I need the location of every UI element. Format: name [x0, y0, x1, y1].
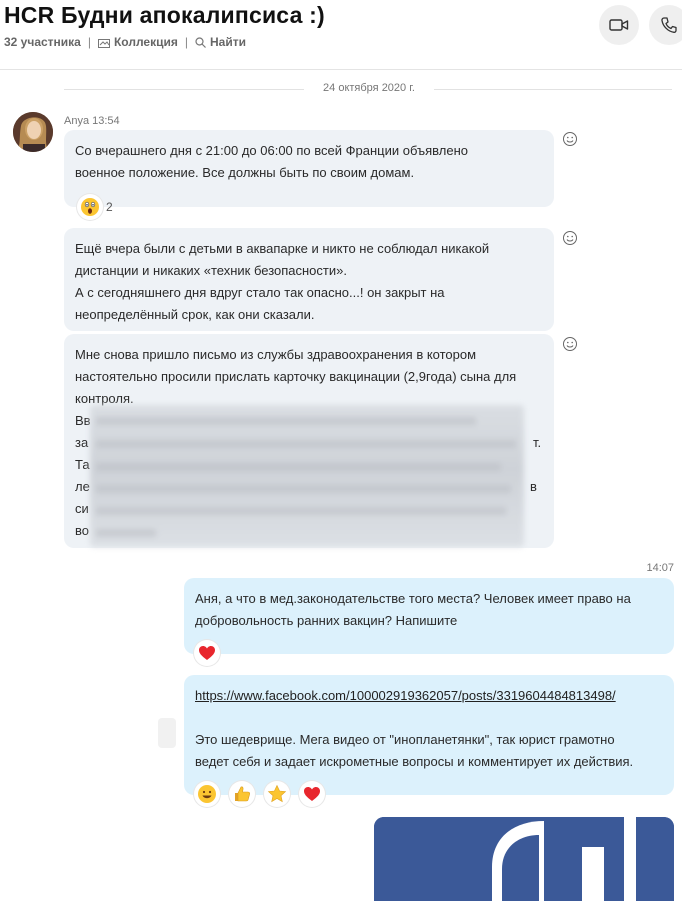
- smile-emoji-icon: [198, 785, 216, 803]
- chat-title: HCR Будни апокалипсиса :): [4, 2, 325, 28]
- message-text: ведет себя и задает искрометные вопросы …: [195, 754, 634, 769]
- message-text: неопределённый срок, как они сказали.: [75, 307, 315, 322]
- blurred-text-region: [90, 405, 524, 547]
- star-icon: [267, 784, 287, 803]
- collection-link[interactable]: Коллекция: [97, 35, 178, 49]
- separator: |: [184, 35, 188, 49]
- chat-meta: 32 участника | Коллекция | Найти: [4, 35, 246, 49]
- message-bubble[interactable]: Со вчерашнего дня с 21:00 до 06:00 по вс…: [64, 130, 554, 207]
- message-text: Мне снова пришло письмо из службы здраво…: [75, 347, 477, 362]
- find-label: Найти: [210, 35, 246, 49]
- avatar[interactable]: [13, 112, 53, 152]
- message-text: дистанции и никаких «техник безопасности…: [75, 263, 347, 278]
- message-bubble[interactable]: Ещё вчера были с детьми в аквапарке и ни…: [64, 228, 554, 331]
- add-reaction-icon[interactable]: [562, 131, 578, 147]
- date-separator: 24 октября 2020 г.: [304, 82, 434, 94]
- reactions-row: [194, 781, 325, 807]
- facebook-logo-icon: [374, 817, 674, 901]
- message-text: Ещё вчера были с детьми в аквапарке и ни…: [75, 241, 490, 256]
- video-call-button[interactable]: [599, 5, 639, 45]
- decorative-shadow: [158, 718, 176, 748]
- reaction-thumbs-up[interactable]: [229, 781, 255, 807]
- message-text: А с сегодняшнего дня вдруг стало так опа…: [75, 285, 445, 300]
- reaction-surprised[interactable]: 2: [77, 194, 113, 220]
- message-text: военное положение. Все должны быть по св…: [75, 165, 415, 180]
- heart-icon: [304, 787, 320, 801]
- phone-icon: [661, 17, 677, 33]
- sender-name-time: Anya 13:54: [64, 115, 120, 127]
- find-link[interactable]: Найти: [195, 35, 246, 49]
- collection-label: Коллекция: [113, 35, 178, 49]
- separator: |: [87, 35, 91, 49]
- collection-icon: [97, 38, 110, 48]
- add-reaction-icon[interactable]: [562, 230, 578, 246]
- audio-call-button[interactable]: [649, 5, 682, 45]
- facebook-link[interactable]: https://www.facebook.com/100002919362057…: [195, 688, 616, 703]
- blurred-lines: [96, 417, 516, 537]
- search-icon: [195, 37, 206, 49]
- video-camera-icon: [609, 19, 629, 31]
- message-bubble-outgoing[interactable]: https://www.facebook.com/100002919362057…: [184, 675, 674, 795]
- message-time: 14:07: [646, 562, 674, 574]
- reaction-star[interactable]: [264, 781, 290, 807]
- message-text: Это шедеврище. Мега видео от "инопланетя…: [195, 732, 615, 747]
- facebook-preview-image[interactable]: [374, 817, 674, 901]
- reaction-heart[interactable]: [299, 781, 325, 807]
- participants-link[interactable]: 32 участника: [4, 35, 81, 49]
- heart-icon: [199, 646, 215, 660]
- thumbs-up-icon: [235, 786, 251, 802]
- add-reaction-icon[interactable]: [562, 336, 578, 352]
- reaction-count: 2: [106, 200, 113, 214]
- surprised-emoji-icon: [81, 198, 99, 216]
- message-text: настоятельно просили прислать карточку в…: [75, 369, 517, 384]
- message-text: Аня, а что в мед.законодательстве того м…: [195, 591, 631, 606]
- header-divider: [0, 69, 682, 70]
- message-bubble-outgoing[interactable]: Аня, а что в мед.законодательстве того м…: [184, 578, 674, 654]
- avatar-image: [13, 112, 53, 152]
- reaction-smile[interactable]: [194, 781, 220, 807]
- message-text: Со вчерашнего дня с 21:00 до 06:00 по вс…: [75, 143, 468, 158]
- message-text: добровольность ранних вакцин? Напишите: [195, 613, 458, 628]
- reaction-heart[interactable]: [194, 640, 220, 666]
